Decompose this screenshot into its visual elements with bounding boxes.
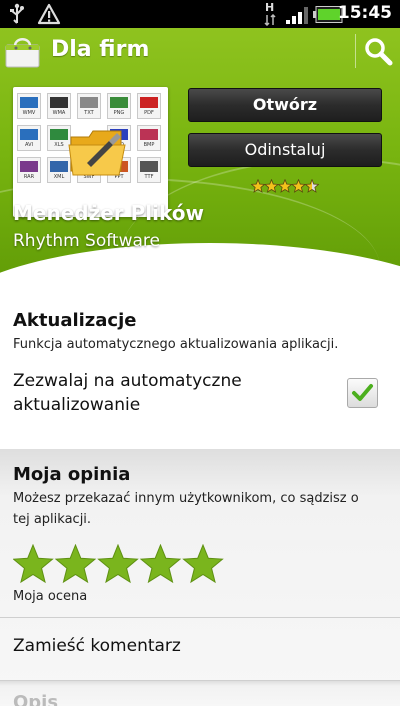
- divider: [355, 34, 356, 68]
- review-description: Możesz przekazać innym użytkownikom, co …: [13, 488, 359, 530]
- signal-icon: [286, 7, 308, 24]
- file-type-icon: [110, 97, 128, 108]
- file-type-icon: [50, 161, 68, 172]
- file-type-icon: [20, 161, 38, 172]
- divider: [0, 617, 400, 618]
- file-type-tile: PDF: [137, 93, 161, 119]
- my-rating-stars[interactable]: [13, 544, 225, 586]
- auto-update-label-line2: aktualizowanie: [13, 395, 141, 415]
- rating-star: [277, 179, 293, 193]
- checkmark-icon: [352, 384, 373, 401]
- review-description-line2: tej aplikacji.: [13, 512, 92, 527]
- file-type-tile: TTF: [137, 157, 161, 183]
- app-name: Menedżer Plików: [13, 201, 204, 225]
- my-rating-star[interactable]: [182, 544, 224, 584]
- file-type-label: TXT: [84, 110, 94, 116]
- file-type-tile: WMV: [17, 93, 41, 119]
- uninstall-button[interactable]: Odinstaluj: [188, 133, 382, 167]
- search-icon[interactable]: [360, 34, 396, 68]
- app-icon: WMVWMATXTPNGPDFAVIXLSPSDBMPRARXMLSWFPPTT…: [13, 87, 168, 217]
- app-header: Dla firm WMVWMATXTPNGPDFAVIXLSPSDBMPRARX…: [0, 28, 400, 296]
- my-rating-star[interactable]: [139, 544, 182, 584]
- my-rating-star[interactable]: [13, 544, 54, 584]
- review-description-line1: Możesz przekazać innym użytkownikom, co …: [13, 491, 359, 506]
- review-heading: Moja opinia: [13, 464, 131, 485]
- file-type-tile: WMA: [47, 93, 71, 119]
- file-type-label: BMP: [143, 142, 155, 148]
- file-type-tile: AVI: [17, 125, 41, 151]
- rating-star: [251, 179, 266, 193]
- clock: 15:45: [337, 3, 392, 23]
- file-type-label: WMA: [52, 110, 66, 116]
- data-arrows-icon: [264, 14, 276, 26]
- status-bar: H 15:45: [0, 0, 400, 28]
- auto-update-label[interactable]: Zezwalaj na automatyczne aktualizowanie: [13, 369, 242, 417]
- file-type-label: AVI: [25, 142, 33, 148]
- usb-icon: [10, 3, 24, 24]
- my-rating-label: Moja ocena: [13, 589, 88, 604]
- file-type-label: RAR: [23, 174, 35, 180]
- market-bag-icon[interactable]: [4, 36, 42, 68]
- file-type-label: PDF: [144, 110, 154, 116]
- file-type-icon: [20, 129, 38, 140]
- updates-description: Funkcja automatycznego aktualizowania ap…: [13, 337, 339, 352]
- rating-star: [264, 179, 279, 193]
- file-type-label: PNG: [113, 110, 125, 116]
- file-type-tile: RAR: [17, 157, 41, 183]
- my-rating-star[interactable]: [54, 544, 97, 584]
- file-type-icon: [20, 97, 38, 108]
- network-type-label: H: [265, 1, 275, 14]
- description-heading: Opis: [13, 692, 59, 706]
- next-section: [0, 681, 400, 706]
- title-bar: Dla firm: [0, 28, 400, 74]
- file-type-icon: [140, 129, 158, 140]
- my-rating-star[interactable]: [97, 544, 139, 584]
- auto-update-label-line1: Zezwalaj na automatyczne: [13, 371, 242, 391]
- page-title: Dla firm: [51, 37, 150, 62]
- folder-icon: [68, 130, 126, 176]
- file-type-tile: BMP: [137, 125, 161, 151]
- file-type-label: WMV: [22, 110, 36, 116]
- rating-star: [291, 179, 306, 193]
- file-type-icon: [140, 97, 158, 108]
- rating-star: [304, 179, 319, 193]
- updates-heading: Aktualizacje: [13, 310, 137, 331]
- file-type-tile: PNG: [107, 93, 131, 119]
- post-comment-button[interactable]: Zamieść komentarz: [13, 634, 181, 658]
- file-type-icon: [50, 97, 68, 108]
- file-type-tile: TXT: [77, 93, 101, 119]
- auto-update-checkbox[interactable]: [347, 378, 378, 408]
- file-type-icon: [50, 129, 68, 140]
- app-developer: Rhythm Software: [13, 231, 160, 251]
- file-type-icon: [140, 161, 158, 172]
- warning-icon: [37, 3, 61, 25]
- file-type-icon: [80, 97, 98, 108]
- open-button[interactable]: Otwórz: [188, 88, 382, 122]
- app-rating-stars: [251, 179, 319, 193]
- file-type-label: TTF: [144, 174, 154, 180]
